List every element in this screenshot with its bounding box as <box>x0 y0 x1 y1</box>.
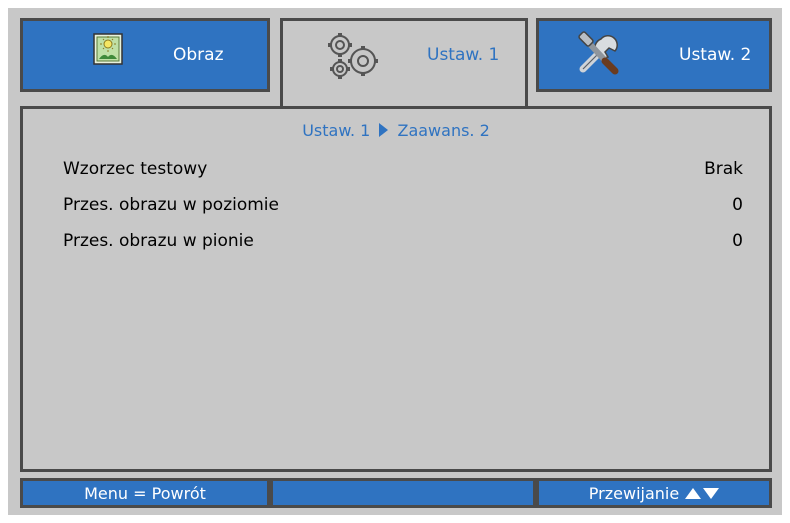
footer-menu-return-label: Menu = Powrót <box>84 483 206 503</box>
arrow-up-icon <box>685 487 702 499</box>
setting-row-przes-poziom[interactable]: Przes. obrazu w poziomie 0 <box>63 193 743 217</box>
settings-panel: Ustaw. 1 Zaawans. 2 Wzorzec testowy Brak… <box>20 106 772 472</box>
footer-middle <box>270 478 536 508</box>
breadcrumb-part-1: Ustaw. 1 <box>302 121 371 140</box>
breadcrumb: Ustaw. 1 Zaawans. 2 <box>23 121 769 140</box>
footer-scroll-label: Przewijanie <box>588 483 680 503</box>
setting-value: 0 <box>732 231 743 251</box>
setting-label: Wzorzec testowy <box>63 159 208 179</box>
tab-ustaw-2[interactable]: Ustaw. 2 <box>536 18 772 92</box>
setting-value: Brak <box>704 159 743 179</box>
setting-row-przes-pion[interactable]: Przes. obrazu w pionie 0 <box>63 229 743 253</box>
breadcrumb-part-2: Zaawans. 2 <box>397 121 490 140</box>
setting-label: Przes. obrazu w pionie <box>63 231 254 251</box>
arrow-down-icon <box>703 487 720 499</box>
setting-value: 0 <box>732 195 743 215</box>
tab-obraz[interactable]: Obraz <box>20 18 270 92</box>
tab-obraz-label: Obraz <box>173 45 224 65</box>
footer-scroll: Przewijanie <box>536 478 772 508</box>
setting-label: Przes. obrazu w poziomie <box>63 195 279 215</box>
tab-ustaw-1[interactable]: Ustaw. 1 <box>280 18 528 106</box>
picture-icon <box>93 33 123 65</box>
gears-icon <box>325 31 383 81</box>
tab-ustaw-2-label: Ustaw. 2 <box>679 45 752 65</box>
footer-menu-return: Menu = Powrót <box>20 478 270 508</box>
tab-ustaw-1-label: Ustaw. 1 <box>427 45 500 65</box>
setting-row-wzorzec-testowy[interactable]: Wzorzec testowy Brak <box>63 157 743 181</box>
breadcrumb-arrow-icon <box>379 123 389 137</box>
tools-icon <box>575 31 621 77</box>
